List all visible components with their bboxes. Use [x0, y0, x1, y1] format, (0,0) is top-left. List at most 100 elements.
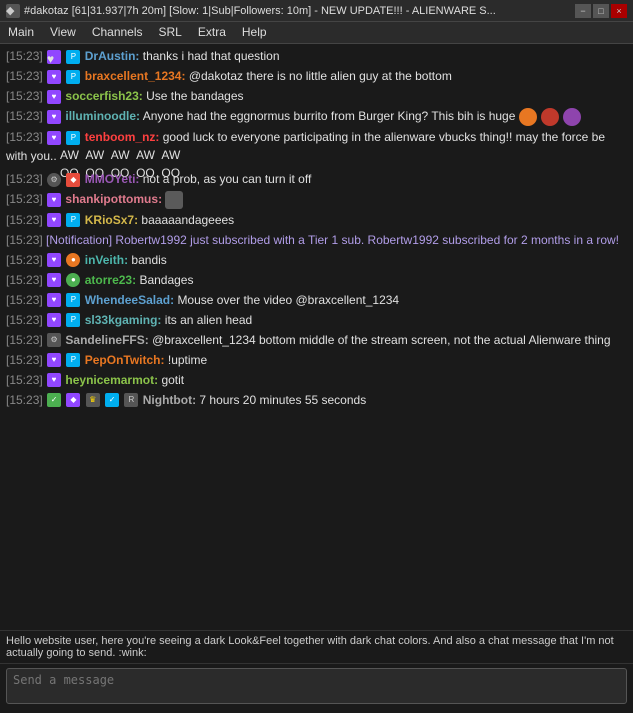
- message-text: baaaaandageees: [141, 213, 234, 227]
- username: SandelineFFS:: [65, 333, 148, 347]
- badge-prime: P: [66, 313, 80, 327]
- chat-line: [15:23] ♥ shankipottomus:: [4, 189, 629, 210]
- timestamp: [15:23]: [6, 49, 43, 63]
- message-text: Bandages: [139, 273, 193, 287]
- emote-face3: [563, 108, 581, 126]
- message-text: thanks i had that question: [143, 49, 280, 63]
- chat-line: [15:23] ♥ P braxcellent_1234: @dakotaz t…: [4, 66, 629, 86]
- emote-awoo3: AWOO: [111, 146, 133, 168]
- badge-subscriber: ♥: [47, 253, 61, 267]
- message-text: its an alien head: [165, 313, 252, 327]
- timestamp: [15:23]: [6, 89, 43, 103]
- message-text: @braxcellent_1234 bottom middle of the s…: [152, 333, 610, 347]
- chat-line: [15:23] ♥ ● atorre23: Bandages: [4, 270, 629, 290]
- badge-check-blue: ✓: [105, 393, 119, 407]
- timestamp: [15:23]: [6, 253, 43, 267]
- username: tenboom_nz:: [85, 130, 160, 144]
- badge-subscriber: ♥: [47, 131, 61, 145]
- chat-line: [15:23] ♥ illuminoodle: Anyone had the e…: [4, 106, 629, 127]
- chat-line: [15:23] ✓ ◆ ♛ ✓ R Nightbot: 7 hours 20 m…: [4, 390, 629, 410]
- window-title: #dakotaz [61|31.937|7h 20m] [Slow: 1|Sub…: [24, 5, 496, 17]
- badge-green-circle: ●: [66, 273, 80, 287]
- maximize-button[interactable]: □: [593, 4, 609, 18]
- chat-input[interactable]: [6, 668, 627, 704]
- menu-help[interactable]: Help: [234, 22, 275, 43]
- username: heynicemarmot:: [65, 373, 158, 387]
- bottom-notice: Hello website user, here you're seeing a…: [0, 630, 633, 663]
- menu-view[interactable]: View: [42, 22, 84, 43]
- username: inVeith:: [85, 253, 128, 267]
- username: braxcellent_1234:: [85, 69, 186, 83]
- badge-subscriber: ♥: [47, 373, 61, 387]
- badge-settings: ⚙: [47, 173, 61, 187]
- chat-line: [15:23] ⚙ ◆ MMOYeti: not a prob, as you …: [4, 169, 629, 189]
- app-icon: ◆: [6, 4, 20, 18]
- username: shankipottomus:: [65, 192, 162, 206]
- username: MMOYeti:: [85, 172, 140, 186]
- menu-extra[interactable]: Extra: [190, 22, 234, 43]
- emote-small: [165, 191, 183, 209]
- menu-channels[interactable]: Channels: [84, 22, 151, 43]
- username: PepOnTwitch:: [85, 353, 165, 367]
- badge-crown: ♛: [86, 393, 100, 407]
- message-text: Mouse over the video @braxcellent_1234: [177, 293, 399, 307]
- timestamp: [15:23]: [6, 130, 43, 144]
- username: KRioSx7:: [85, 213, 138, 227]
- badge-robot: R: [124, 393, 138, 407]
- badge-subscriber: ♥: [47, 110, 61, 124]
- message-text: @dakotaz there is no little alien guy at…: [189, 69, 452, 83]
- input-area: [0, 663, 633, 713]
- emote-face1: [519, 108, 537, 126]
- chat-line: [15:23] ♥ P tenboom_nz: good luck to eve…: [4, 127, 629, 169]
- timestamp: [15:23]: [6, 313, 43, 327]
- emote-awoo5: AWOO: [161, 146, 183, 168]
- badge-prime: P: [66, 353, 80, 367]
- timestamp: [15:23]: [6, 109, 43, 123]
- badge-prime: P: [66, 213, 80, 227]
- username: illuminoodle:: [65, 109, 140, 123]
- message-text: not a prob, as you can turn it off: [143, 172, 312, 186]
- timestamp: [15:23]: [6, 172, 43, 186]
- badge-prime: P: [66, 131, 80, 145]
- badge-subscriber: ♥: [47, 353, 61, 367]
- menu-main[interactable]: Main: [0, 22, 42, 43]
- timestamp: [15:23]: [6, 69, 43, 83]
- chat-line: [15:23] ♥ soccerfish23: Use the bandages: [4, 86, 629, 106]
- menu-srl[interactable]: SRL: [151, 22, 190, 43]
- close-button[interactable]: ×: [611, 4, 627, 18]
- chat-line: [15:23] ♥ P PepOnTwitch: !uptime: [4, 350, 629, 370]
- timestamp: [15:23]: [6, 293, 43, 307]
- username: Nightbot:: [143, 393, 196, 407]
- timestamp: [15:23]: [6, 333, 43, 347]
- username: sl33kgaming:: [85, 313, 162, 327]
- chat-area[interactable]: [15:23] ♥ P DrAustin: thanks i had that …: [0, 44, 633, 630]
- emote-awoo4: AWOO: [136, 146, 158, 168]
- chat-line: [15:23] ♥ P sl33kgaming: its an alien he…: [4, 310, 629, 330]
- emote-awoo1: AWOO: [60, 146, 82, 168]
- badge-diamond: ◆: [66, 173, 80, 187]
- timestamp: [15:23]: [6, 192, 43, 206]
- minimize-button[interactable]: −: [575, 4, 591, 18]
- system-message: [Notification] Robertw1992 just subscrib…: [46, 233, 619, 247]
- badge-subscriber: ♥: [47, 273, 61, 287]
- message-text: !uptime: [168, 353, 207, 367]
- username: DrAustin:: [85, 49, 140, 63]
- username: WhendeeSalad:: [85, 293, 174, 307]
- chat-line: [15:23] ♥ P KRioSx7: baaaaandageees: [4, 210, 629, 230]
- badge-extra: ●: [66, 253, 80, 267]
- badge-subscriber: ♥: [47, 70, 61, 84]
- username: soccerfish23:: [65, 89, 142, 103]
- emote-face2: [541, 108, 559, 126]
- message-text: gotit: [161, 373, 184, 387]
- message-text: Anyone had the eggnormus burrito from Bu…: [143, 109, 519, 123]
- window-controls: − □ ×: [575, 4, 627, 18]
- timestamp: [15:23]: [6, 393, 43, 407]
- chat-line: [15:23] ⚙ SandelineFFS: @braxcellent_123…: [4, 330, 629, 350]
- timestamp: [15:23]: [6, 273, 43, 287]
- badge-subscriber: ♥: [47, 313, 61, 327]
- chat-line: [15:23] ♥ P WhendeeSalad: Mouse over the…: [4, 290, 629, 310]
- chat-line: [15:23] ♥ ● inVeith: bandis: [4, 250, 629, 270]
- badge-check-green: ✓: [47, 393, 61, 407]
- notice-text: Hello website user, here you're seeing a…: [6, 635, 614, 659]
- menubar: Main View Channels SRL Extra Help: [0, 22, 633, 44]
